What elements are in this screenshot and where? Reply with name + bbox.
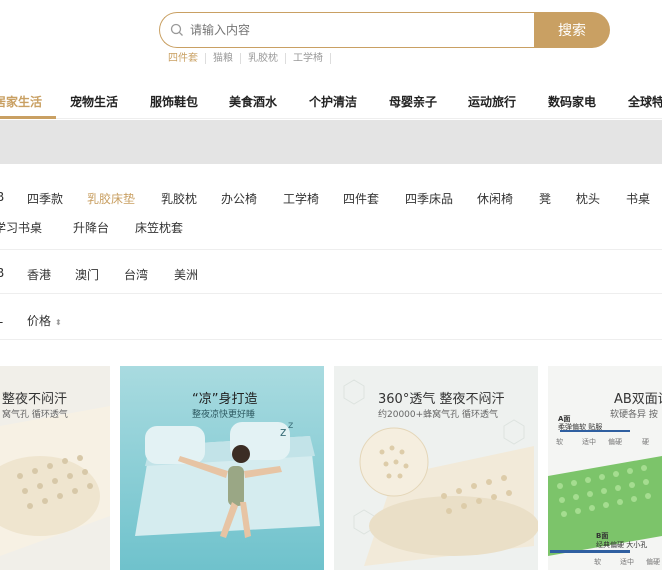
side-b-desc: 经典偏硬 大小孔 — [596, 541, 648, 549]
category-item[interactable]: 数码家电 — [548, 93, 596, 110]
filter-option[interactable]: B — [0, 266, 4, 280]
search-button[interactable]: 搜索 — [534, 12, 610, 48]
filter-option[interactable]: 乳胶枕 — [161, 190, 197, 207]
scale-a-label: 偏硬 — [608, 438, 622, 446]
filter-row-type: B 四季款 乳胶床垫 乳胶枕 办公椅 工学椅 四件套 四季床品 休闲椅 凳 枕头… — [0, 190, 662, 250]
search-bar: 搜索 — [159, 12, 610, 48]
product-card[interactable]: z z “凉”身打造 整夜凉快更好睡 — [120, 366, 324, 570]
filter-option[interactable]: 四季床品 — [405, 190, 453, 207]
side-a-desc: 柔弹偏软 贴服 — [558, 423, 603, 431]
product-subtitle: 窝气孔 循环透气 — [2, 410, 68, 420]
product-subtitle: 软硬各异 按 — [610, 410, 658, 420]
category-item[interactable]: 宠物生活 — [70, 93, 118, 110]
category-item[interactable]: 服饰鞋包 — [150, 93, 198, 110]
filter-option[interactable]: 美洲 — [174, 266, 198, 283]
sort-price-label: 价格 — [27, 314, 52, 328]
category-item[interactable]: 居家生活 — [0, 93, 42, 110]
category-item[interactable]: 母婴亲子 — [389, 93, 437, 110]
category-item[interactable]: 运动旅行 — [468, 93, 516, 110]
filter-option[interactable]: 工学椅 — [283, 190, 319, 207]
banner — [0, 120, 662, 164]
scale-b-label: 偏硬 — [646, 558, 660, 566]
product-title: AB双面设 — [614, 392, 662, 407]
scale-b-label: 软 — [594, 558, 601, 566]
svg-text:z: z — [288, 420, 293, 431]
filter-option[interactable]: 升降台 — [73, 219, 109, 236]
hot-word[interactable]: 工学椅 — [286, 53, 331, 64]
product-card[interactable]: 360°透气 整夜不闷汗 约20000+蜂窝气孔 循环透气 — [334, 366, 538, 570]
scale-b-label: 适中 — [620, 558, 634, 566]
active-category-indicator — [0, 116, 56, 119]
search-field[interactable] — [159, 12, 534, 48]
category-item[interactable]: 个护清洁 — [309, 93, 357, 110]
sort-arrows-icon: ⬍ — [55, 318, 62, 327]
category-nav: 居家生活 宠物生活 服饰鞋包 美食酒水 个护清洁 母婴亲子 运动旅行 数码家电 … — [0, 83, 662, 119]
filter-option[interactable]: 四季款 — [27, 190, 63, 207]
filter-option[interactable]: 台湾 — [124, 266, 148, 283]
search-input[interactable] — [190, 23, 510, 37]
product-subtitle: 整夜凉快更好睡 — [192, 410, 256, 420]
product-title: 整夜不闷汗 — [2, 392, 68, 407]
filter-option[interactable]: 休闲椅 — [477, 190, 513, 207]
scale-a-label: 软 — [556, 438, 563, 446]
category-item[interactable]: 美食酒水 — [229, 93, 277, 110]
filter-option[interactable]: 四件套 — [343, 190, 379, 207]
category-item[interactable]: 全球特色 — [628, 93, 662, 110]
filter-option[interactable]: 乳胶床垫 — [87, 190, 135, 207]
filter-row-region: B 香港 澳门 台湾 美洲 — [0, 262, 662, 294]
filter-option[interactable]: 澳门 — [75, 266, 99, 283]
sort-price[interactable]: 价格 ⬍ — [27, 312, 62, 329]
svg-text:z: z — [280, 425, 286, 439]
scale-a-label: 硬 — [642, 438, 649, 446]
filter-option[interactable]: B — [0, 190, 4, 204]
product-card[interactable]: 整夜不闷汗 窝气孔 循环透气 — [0, 366, 110, 570]
hot-word[interactable]: 乳胶枕 — [241, 53, 286, 64]
sort-option[interactable]: L — [0, 312, 3, 326]
filter-option[interactable]: 床笠枕套 — [135, 219, 183, 236]
hot-word[interactable]: 猫粮 — [206, 53, 241, 64]
scale-a-label: 适中 — [582, 438, 596, 446]
filter-option[interactable]: 学习书桌 — [0, 219, 42, 236]
filter-option[interactable]: 办公椅 — [221, 190, 257, 207]
filter-option[interactable]: 书桌 — [626, 190, 650, 207]
product-card[interactable]: AB双面设 软硬各异 按 A面 柔弹偏软 贴服 软 适中 偏硬 硬 B面 经典偏… — [548, 366, 662, 570]
filter-option[interactable]: 枕头 — [576, 190, 600, 207]
search-icon — [170, 23, 183, 36]
product-subtitle: 约20000+蜂窝气孔 循环透气 — [378, 410, 499, 420]
filter-option[interactable]: 香港 — [27, 266, 51, 283]
product-title: 360°透气 整夜不闷汗 — [378, 392, 505, 407]
hot-words: 四件套 猫粮 乳胶枕 工学椅 — [168, 53, 331, 64]
sort-row: L 价格⬍ — [0, 308, 662, 340]
product-title: “凉”身打造 — [192, 392, 258, 407]
filter-option[interactable]: 凳 — [539, 190, 551, 207]
hot-word[interactable]: 四件套 — [168, 53, 206, 64]
